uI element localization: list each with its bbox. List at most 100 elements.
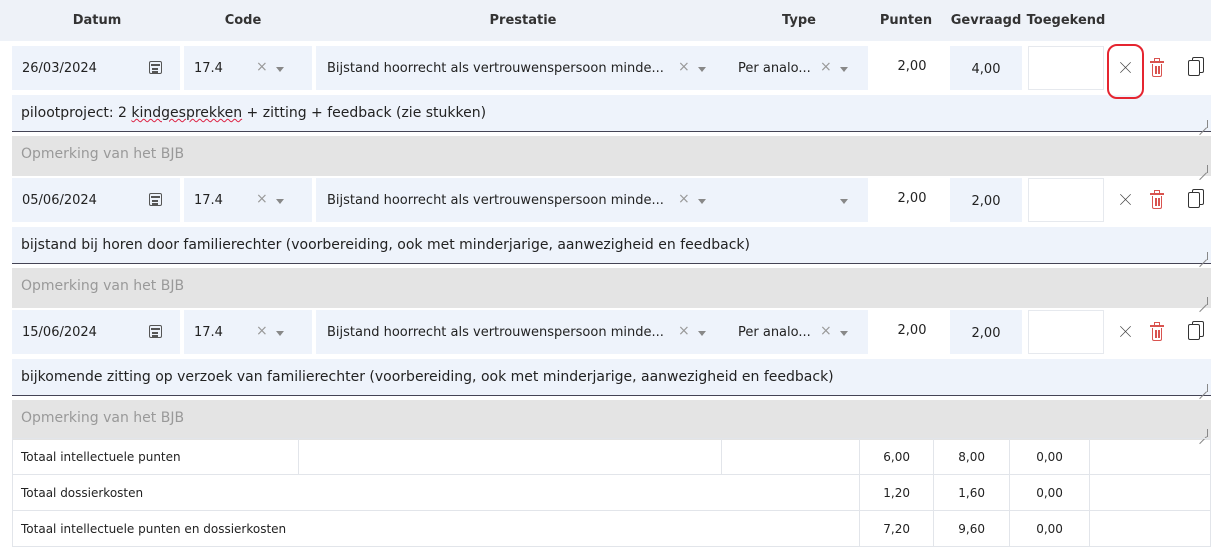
totals-label: Totaal intellectuele punten en dossierko… <box>11 510 861 547</box>
chevron-down-icon[interactable] <box>840 199 848 204</box>
clear-icon[interactable]: × <box>678 59 690 75</box>
header-gevraagd: Gevraagd <box>950 13 1022 28</box>
chevron-down-icon[interactable] <box>698 199 706 204</box>
toegekend-field <box>1028 178 1104 222</box>
prestatie-value: Bijstand hoorrecht als vertrouwenspersoo… <box>327 325 664 340</box>
remark-field[interactable]: Opmerking van het BJB <box>12 136 1211 176</box>
date-value: 15/06/2024 <box>22 325 97 340</box>
gevraagd-input[interactable]: 2,00 <box>950 178 1022 222</box>
toegekend-field <box>1028 46 1104 90</box>
trash-icon[interactable] <box>1150 190 1164 209</box>
code-select[interactable]: 17.4 × <box>184 46 312 90</box>
resize-grip-icon[interactable] <box>1200 297 1208 305</box>
copy-icon[interactable] <box>1188 57 1204 77</box>
code-value: 17.4 <box>194 325 223 340</box>
prestatie-select[interactable]: Bijstand hoorrecht als vertrouwenspersoo… <box>316 310 730 354</box>
type-value: Per analo... <box>738 61 811 76</box>
code-select[interactable]: 17.4 × <box>184 310 312 354</box>
chevron-down-icon[interactable] <box>276 67 284 72</box>
type-select[interactable]: Per analo... × <box>730 310 868 354</box>
remark-placeholder: Opmerking van het BJB <box>21 278 185 294</box>
code-value: 17.4 <box>194 61 223 76</box>
totals-row: Totaal dossierkosten 1,20 1,60 0,00 <box>11 474 1211 511</box>
punten-value: 2,00 <box>897 323 927 338</box>
remark-field[interactable]: Opmerking van het BJB <box>12 268 1211 308</box>
copy-icon[interactable] <box>1188 189 1204 209</box>
expand-collapse-icon[interactable] <box>1118 322 1132 342</box>
date-value: 05/06/2024 <box>22 193 97 208</box>
totals-row: Totaal intellectuele punten 6,00 8,00 0,… <box>12 438 1211 475</box>
totals-toegekend: 0,00 <box>1009 474 1091 511</box>
calendar-icon[interactable] <box>149 61 162 74</box>
entry-row: 05/06/2024 17.4 × Bijstand hoorrecht als… <box>12 176 1211 224</box>
prestatie-value: Bijstand hoorrecht als vertrouwenspersoo… <box>327 193 664 208</box>
clear-icon[interactable]: × <box>256 59 268 75</box>
trash-icon[interactable] <box>1150 322 1164 341</box>
prestatie-select[interactable]: Bijstand hoorrecht als vertrouwenspersoo… <box>316 178 730 222</box>
clear-icon[interactable]: × <box>820 323 832 339</box>
remark-placeholder: Opmerking van het BJB <box>21 146 185 162</box>
description-field[interactable]: bijkomende zitting op verzoek van famili… <box>12 359 1211 396</box>
resize-grip-icon[interactable] <box>1200 252 1208 260</box>
date-field[interactable]: 26/03/2024 <box>12 46 180 90</box>
gevraagd-input[interactable]: 2,00 <box>950 310 1022 354</box>
header-toegekend: Toegekend <box>1026 13 1106 28</box>
description-field[interactable]: bijstand bij horen door familierechter (… <box>12 227 1211 264</box>
entry-row: 15/06/2024 17.4 × Bijstand hoorrecht als… <box>12 308 1211 356</box>
chevron-down-icon[interactable] <box>276 199 284 204</box>
totals-punten: 6,00 <box>859 438 935 475</box>
totals-label: Totaal dossierkosten <box>11 474 861 511</box>
gevraagd-value: 4,00 <box>971 62 1001 77</box>
totals-row: Totaal intellectuele punten en dossierko… <box>11 510 1211 547</box>
punten-value: 2,00 <box>897 59 927 74</box>
totals-punten: 7,20 <box>859 510 935 547</box>
description-field[interactable]: pilootproject: 2 kindgesprekken + zittin… <box>12 95 1211 132</box>
totals-table: Totaal intellectuele punten 6,00 8,00 0,… <box>11 438 1211 547</box>
copy-icon[interactable] <box>1188 321 1204 341</box>
resize-grip-icon[interactable] <box>1200 384 1208 392</box>
calendar-icon[interactable] <box>149 325 162 338</box>
remark-field[interactable]: Opmerking van het BJB <box>12 400 1211 440</box>
header-code: Code <box>224 13 262 28</box>
code-select[interactable]: 17.4 × <box>184 178 312 222</box>
gevraagd-input[interactable]: 4,00 <box>950 46 1022 90</box>
resize-grip-icon[interactable] <box>1200 120 1208 128</box>
punten-value: 2,00 <box>897 191 927 206</box>
totals-gevraagd: 9,60 <box>933 510 1011 547</box>
type-select[interactable] <box>730 178 868 222</box>
date-field[interactable]: 15/06/2024 <box>12 310 180 354</box>
clear-icon[interactable]: × <box>678 191 690 207</box>
resize-grip-icon[interactable] <box>1200 165 1208 173</box>
trash-icon[interactable] <box>1150 58 1164 77</box>
prestatie-select[interactable]: Bijstand hoorrecht als vertrouwenspersoo… <box>316 46 730 90</box>
calendar-icon[interactable] <box>149 193 162 206</box>
clear-icon[interactable]: × <box>256 323 268 339</box>
clear-icon[interactable]: × <box>678 323 690 339</box>
date-value: 26/03/2024 <box>22 61 97 76</box>
expand-collapse-icon[interactable] <box>1118 190 1132 210</box>
entry-row: 26/03/2024 17.4 × Bijstand hoorrecht als… <box>12 44 1211 92</box>
resize-grip-icon[interactable] <box>1200 429 1208 437</box>
code-value: 17.4 <box>194 193 223 208</box>
chevron-down-icon[interactable] <box>276 331 284 336</box>
chevron-down-icon[interactable] <box>840 331 848 336</box>
header-prestatie: Prestatie <box>489 13 557 28</box>
totals-punten: 1,20 <box>859 474 935 511</box>
date-field[interactable]: 05/06/2024 <box>12 178 180 222</box>
description-text: bijstand bij horen door familierechter (… <box>21 237 750 253</box>
toegekend-field <box>1028 310 1104 354</box>
chevron-down-icon[interactable] <box>840 67 848 72</box>
description-text: pilootproject: 2 <box>21 105 132 121</box>
clear-icon[interactable]: × <box>256 191 268 207</box>
description-text: bijkomende zitting op verzoek van famili… <box>21 369 834 385</box>
prestatie-value: Bijstand hoorrecht als vertrouwenspersoo… <box>327 61 664 76</box>
type-select[interactable]: Per analo... × <box>730 46 868 90</box>
header-datum: Datum <box>72 13 122 28</box>
description-text: + zitting + feedback (zie stukken) <box>242 105 487 121</box>
clear-icon[interactable]: × <box>820 59 832 75</box>
chevron-down-icon[interactable] <box>698 67 706 72</box>
totals-gevraagd: 1,60 <box>933 474 1011 511</box>
chevron-down-icon[interactable] <box>698 331 706 336</box>
remark-placeholder: Opmerking van het BJB <box>21 410 185 426</box>
totals-label: Totaal intellectuele punten <box>12 438 299 475</box>
